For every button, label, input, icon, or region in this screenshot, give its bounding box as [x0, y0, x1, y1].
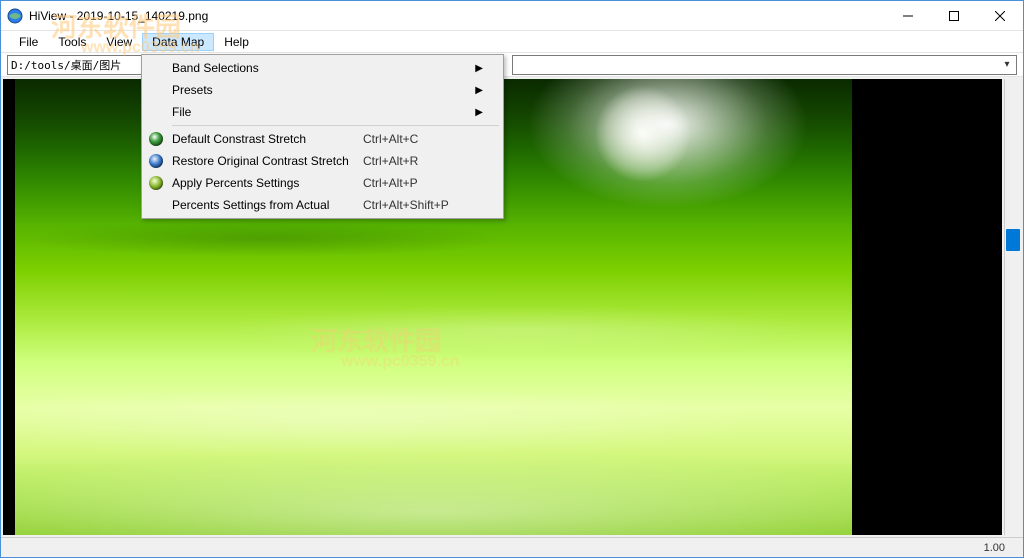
menu-item-shortcut: Ctrl+Alt+P: [363, 176, 473, 190]
menu-help[interactable]: Help: [214, 33, 259, 51]
menu-item-label: Band Selections: [168, 61, 363, 75]
app-icon: [7, 8, 23, 24]
close-button[interactable]: [977, 1, 1023, 31]
menu-apply-percents-settings[interactable]: Apply Percents Settings Ctrl+Alt+P: [144, 172, 501, 194]
submenu-arrow-icon: ▶: [473, 63, 483, 74]
menu-percents-settings-actual[interactable]: Percents Settings from Actual Ctrl+Alt+S…: [144, 194, 501, 216]
refresh-icon: [144, 176, 168, 190]
menu-item-label: Restore Original Contrast Stretch: [168, 154, 363, 168]
menu-item-label: File: [168, 105, 363, 119]
globe-icon: [144, 132, 168, 146]
window-title: HiView - 2019-10-15_140219.png: [29, 9, 208, 23]
path-input[interactable]: D:/tools/桌面/图片: [7, 55, 142, 75]
submenu-arrow-icon: ▶: [473, 107, 483, 118]
menu-file-sub[interactable]: File ▶: [144, 101, 501, 123]
titlebar: HiView - 2019-10-15_140219.png: [1, 1, 1023, 31]
vertical-scrollbar-thumb[interactable]: [1006, 229, 1020, 251]
statusbar: 1.00: [1, 537, 1023, 557]
submenu-arrow-icon: ▶: [473, 85, 483, 96]
menu-item-shortcut: Ctrl+Alt+C: [363, 132, 473, 146]
menu-item-label: Apply Percents Settings: [168, 176, 363, 190]
menu-item-shortcut: Ctrl+Alt+R: [363, 154, 473, 168]
chevron-down-icon: ▾: [998, 56, 1016, 74]
data-map-dropdown: Band Selections ▶ Presets ▶ File ▶ Defau…: [141, 54, 504, 219]
menu-view[interactable]: View: [96, 33, 142, 51]
file-dropdown-combo[interactable]: ▾: [512, 55, 1017, 75]
swirl-icon: [144, 154, 168, 168]
minimize-button[interactable]: [885, 1, 931, 31]
menu-separator: [172, 125, 499, 126]
menu-item-label: Percents Settings from Actual: [168, 198, 363, 212]
menu-item-shortcut: Ctrl+Alt+Shift+P: [363, 198, 473, 212]
menubar: File Tools View Data Map Help: [1, 31, 1023, 53]
vertical-scrollbar[interactable]: [1004, 79, 1021, 535]
menu-data-map[interactable]: Data Map: [142, 33, 214, 51]
menu-restore-contrast-stretch[interactable]: Restore Original Contrast Stretch Ctrl+A…: [144, 150, 501, 172]
menu-file[interactable]: File: [9, 33, 48, 51]
menu-item-label: Default Constrast Stretch: [168, 132, 363, 146]
menu-presets[interactable]: Presets ▶: [144, 79, 501, 101]
menu-band-selections[interactable]: Band Selections ▶: [144, 57, 501, 79]
menu-default-contrast-stretch[interactable]: Default Constrast Stretch Ctrl+Alt+C: [144, 128, 501, 150]
menu-tools[interactable]: Tools: [48, 33, 96, 51]
maximize-button[interactable]: [931, 1, 977, 31]
app-window: HiView - 2019-10-15_140219.png File Tool…: [0, 0, 1024, 558]
zoom-level: 1.00: [984, 542, 1005, 554]
menu-item-label: Presets: [168, 83, 363, 97]
